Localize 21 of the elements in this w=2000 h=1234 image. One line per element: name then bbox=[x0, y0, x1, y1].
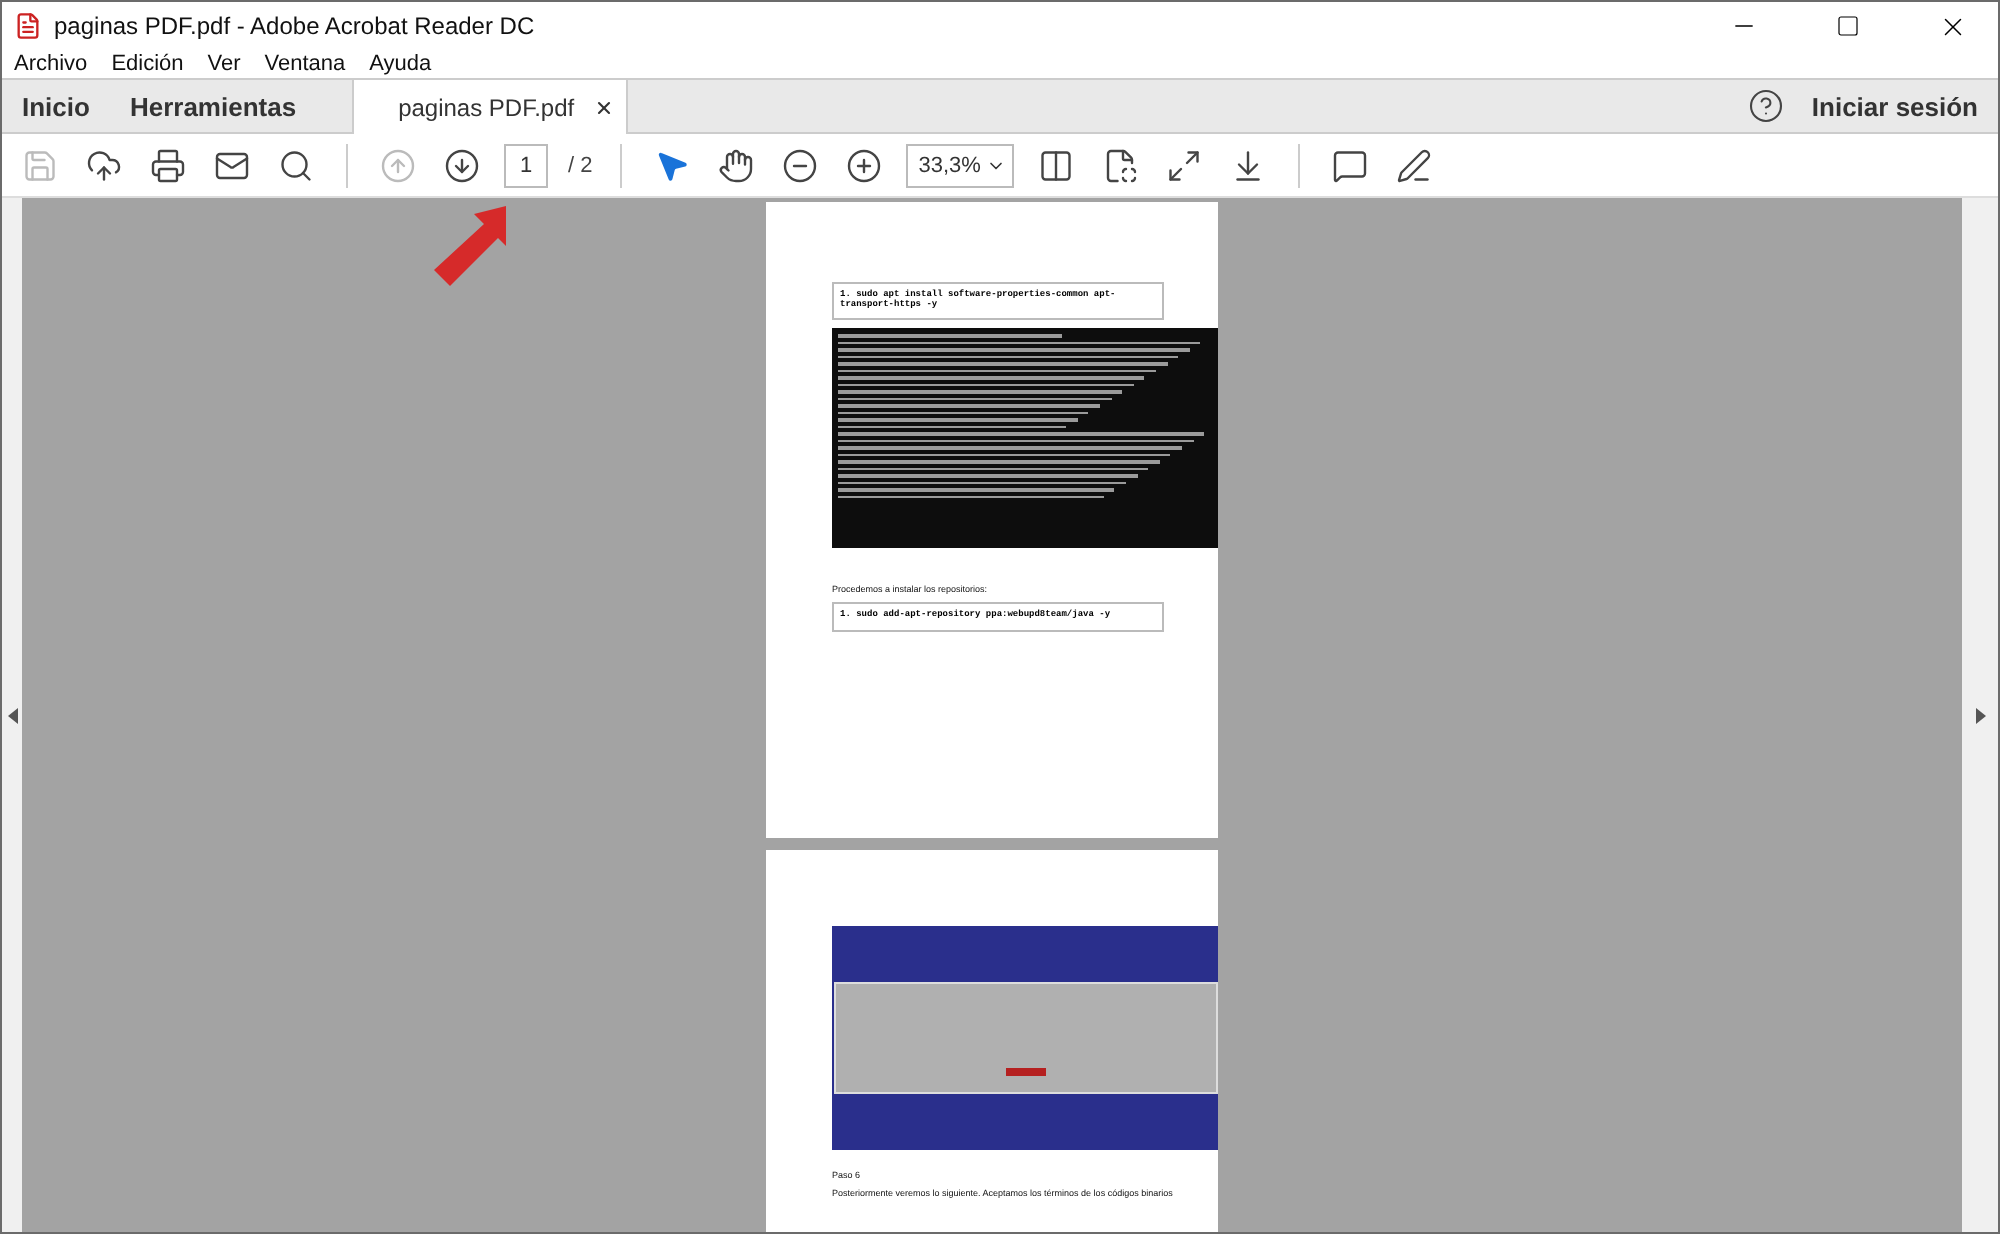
close-icon[interactable] bbox=[594, 97, 615, 117]
pdf-file-icon bbox=[14, 12, 42, 40]
menu-item[interactable]: Ayuda bbox=[369, 52, 432, 76]
tab-label: paginas PDF.pdf bbox=[398, 93, 575, 121]
expand-left-icon[interactable] bbox=[7, 707, 17, 723]
nav-tab[interactable]: Herramientas bbox=[109, 80, 317, 132]
pointer-arrow-drawing bbox=[430, 202, 510, 290]
window-title: paginas PDF.pdf - Adobe Acrobat Reader DC bbox=[54, 12, 537, 40]
expand-right-icon[interactable] bbox=[1975, 707, 1985, 723]
page-total: / 2 bbox=[568, 153, 593, 177]
zoom-dropdown[interactable]: 33,3% bbox=[906, 143, 1015, 187]
nav-tab[interactable]: Inicio bbox=[2, 80, 110, 132]
help-icon[interactable] bbox=[1747, 88, 1784, 124]
menu-item[interactable]: Edición bbox=[111, 52, 184, 76]
sign-in-button[interactable]: Iniciar sesión bbox=[1783, 80, 1998, 132]
menu-item[interactable]: Ventana bbox=[264, 52, 346, 76]
page-number-field[interactable]: 1 bbox=[504, 143, 548, 187]
menu-item[interactable]: Ver bbox=[207, 52, 241, 76]
menu-item[interactable]: Archivo bbox=[14, 52, 88, 76]
document-tab[interactable]: paginas PDF.pdf bbox=[352, 80, 629, 134]
maximize-icon[interactable] bbox=[1836, 14, 1860, 38]
